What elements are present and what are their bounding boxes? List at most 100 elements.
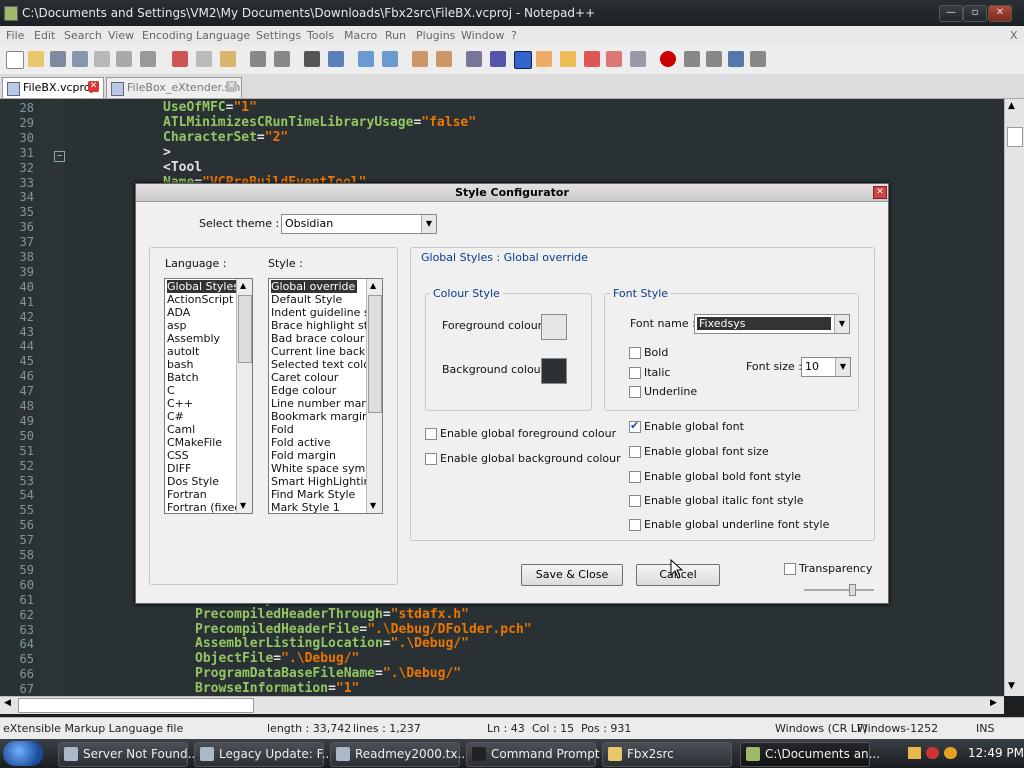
minimize-button[interactable]: — [939,5,963,22]
list-item[interactable]: Indent guideline sty [271,306,380,319]
menu-run[interactable]: Run [385,29,406,42]
stop-macro-icon[interactable] [684,51,700,67]
scroll-down-icon[interactable]: ▼ [240,501,246,510]
tray-search-icon[interactable] [944,747,957,759]
hscroll-thumb[interactable] [18,698,254,713]
menu-settings[interactable]: Settings [256,29,301,42]
folder-workspace-icon[interactable] [606,51,622,67]
list-item[interactable]: Find Mark Style [271,488,355,501]
theme-select[interactable]: Obsidian ▼ [281,214,437,234]
style-list-scrollbar[interactable]: ▲ ▼ [366,279,382,513]
transparency-checkbox[interactable] [784,563,796,575]
enable-global-font-size-checkbox[interactable] [629,446,641,458]
task-notepadpp[interactable]: C:\Documents an... [740,742,880,767]
scroll-up-icon[interactable]: ▲ [1008,101,1015,111]
scroll-up-icon[interactable]: ▲ [240,281,246,290]
scroll-left-icon[interactable]: ◀ [4,698,11,708]
list-item[interactable]: asp [167,319,186,332]
monitoring-icon[interactable] [630,51,646,67]
redo-icon[interactable] [274,51,290,67]
list-item[interactable]: Mark Style 1 [271,501,340,513]
menu-close-doc[interactable]: X [1010,29,1018,42]
enable-global-font-checkbox[interactable] [629,419,641,433]
maximize-button[interactable]: ▫ [963,5,987,22]
save-macro-icon[interactable] [750,51,766,67]
save-close-button[interactable]: Save & Close [521,564,623,586]
new-file-icon[interactable] [6,51,24,69]
language-list-scrollbar[interactable]: ▲ ▼ [236,279,252,513]
menu-tools[interactable]: Tools [307,29,334,42]
list-item[interactable]: Selected text colou [271,358,377,371]
record-macro-icon[interactable] [660,51,676,67]
background-colour-swatch[interactable] [541,358,567,384]
list-item[interactable]: Dos Style [167,475,219,488]
italic-checkbox[interactable] [629,367,641,379]
menu-edit[interactable]: Edit [34,29,55,42]
list-item[interactable]: Fold active [271,436,331,449]
sync-horizontal-icon[interactable] [436,51,452,67]
enable-global-fg-checkbox[interactable] [425,428,437,440]
sync-vertical-icon[interactable] [412,51,428,67]
scroll-down-icon[interactable]: ▼ [370,501,376,510]
list-item[interactable]: ActionScript [167,293,233,306]
close-all-icon[interactable] [116,51,132,67]
undo-icon[interactable] [250,51,266,67]
function-list-icon[interactable] [584,51,600,67]
print-icon[interactable] [140,51,156,67]
tray-folder-icon[interactable] [908,747,921,759]
transparency-slider-thumb[interactable] [849,584,856,596]
enable-global-bg-checkbox[interactable] [425,453,437,465]
list-item[interactable]: Caret colour [271,371,338,384]
close-button[interactable]: ✕ [988,5,1012,22]
save-all-icon[interactable] [72,51,88,67]
scroll-up-icon[interactable]: ▲ [370,281,376,290]
list-item[interactable]: Fortran [167,488,207,501]
open-file-icon[interactable] [28,51,44,67]
list-item[interactable]: CSS [167,449,189,462]
menu-file[interactable]: File [6,29,24,42]
menu-view[interactable]: View [108,29,134,42]
list-item[interactable]: Batch [167,371,199,384]
list-item[interactable]: Default Style [271,293,342,306]
list-item[interactable]: Smart HighLighting [271,475,378,488]
list-item[interactable]: autoIt [167,345,199,358]
tab-close-icon[interactable]: ✕ [226,81,237,92]
list-item[interactable]: Bad brace colour [271,332,364,345]
vertical-scrollbar[interactable]: ▲ ▼ [1004,99,1024,696]
scroll-down-icon[interactable]: ▼ [1008,681,1015,691]
enable-global-italic-checkbox[interactable] [629,495,641,507]
font-name-select[interactable]: Fixedsys ▼ [694,314,850,334]
list-item[interactable]: Fold margin [271,449,336,462]
task-legacy-update[interactable]: Legacy Update: F... [194,742,333,767]
list-item[interactable]: Global override [271,280,358,293]
list-item[interactable]: DIFF [167,462,191,475]
list-item[interactable]: C++ [167,397,193,410]
replace-icon[interactable] [328,51,344,67]
list-item[interactable]: Edge colour [271,384,336,397]
list-item[interactable]: Assembly [167,332,220,345]
list-item[interactable]: Global Styles [167,280,241,293]
fold-toggle-icon[interactable]: − [54,151,65,162]
enable-global-underline-checkbox[interactable] [629,519,641,531]
scroll-thumb[interactable] [1007,127,1023,147]
task-fbx2src[interactable]: Fbx2src [602,742,732,767]
menu-encoding[interactable]: Encoding [142,29,193,42]
style-list[interactable]: Global override Default Style Indent guide… [268,278,383,514]
paste-icon[interactable] [220,51,236,67]
word-wrap-icon[interactable] [466,51,482,67]
tab-filebox-sln[interactable]: FileBox_eXtender.sln ✕ [106,77,242,98]
language-list[interactable]: Global Styles ActionScript ADA asp Assembly a… [164,278,253,514]
tab-filebx-vcproj[interactable]: FileBX.vcproj ✕ [2,77,104,98]
copy-icon[interactable] [196,51,212,67]
play-macro-icon[interactable] [706,51,722,67]
list-item[interactable]: Bookmark margin [271,410,369,423]
scroll-thumb[interactable] [238,295,252,363]
menu-help[interactable]: ? [511,29,517,42]
list-item[interactable]: Fortran (fixed [167,501,241,513]
scroll-right-icon[interactable]: ▶ [990,698,997,708]
menu-window[interactable]: Window [461,29,504,42]
tray-alert-icon[interactable] [926,747,939,759]
zoom-in-icon[interactable] [358,51,374,67]
list-item[interactable]: CMakeFile [167,436,222,449]
indent-guide-icon[interactable] [514,51,532,69]
